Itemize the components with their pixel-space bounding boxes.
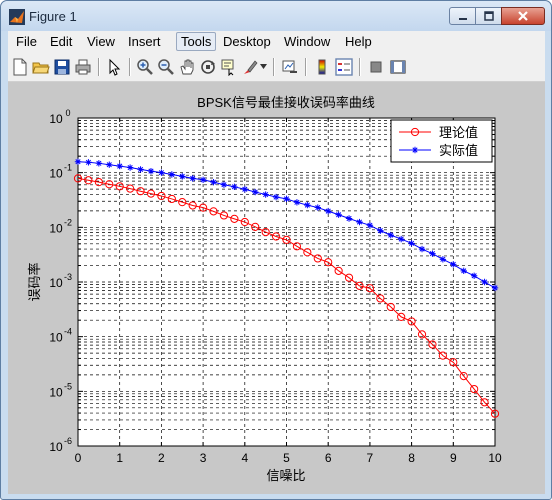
menu-edit[interactable]: Edit	[50, 34, 72, 49]
minimize-icon	[458, 18, 467, 20]
y-tick-exponent: -5	[64, 381, 72, 391]
data-point-star	[418, 245, 426, 253]
data-point-star	[408, 240, 415, 247]
toolbar-separator	[359, 58, 361, 76]
legend[interactable]: 理论值实际值	[390, 119, 493, 163]
y-tick-exponent: -2	[64, 217, 72, 227]
zoom-in-icon[interactable]	[136, 58, 154, 76]
caption-buttons	[449, 7, 545, 26]
data-point-star	[356, 218, 363, 226]
y-tick-label: 10 -2	[49, 217, 72, 235]
pan-icon[interactable]	[178, 58, 196, 76]
y-tick-label: 10 -5	[49, 381, 72, 399]
y-tick-base: 10	[49, 440, 63, 454]
zoom-out-icon[interactable]	[157, 58, 175, 76]
data-point-star	[397, 235, 405, 243]
maximize-button[interactable]	[475, 7, 502, 25]
x-tick-label: 4	[241, 451, 248, 465]
y-tick-label: 10 -4	[49, 327, 72, 345]
chart-title: BPSK信号最佳接收误码率曲线	[197, 95, 375, 110]
x-tick-label: 10	[488, 451, 502, 465]
y-tick-label: 10 -1	[49, 163, 72, 181]
legend-label: 理论值	[439, 125, 478, 140]
dropdown-arrow-icon[interactable]	[260, 64, 267, 70]
menu-view[interactable]: View	[87, 34, 115, 49]
save-icon[interactable]	[53, 58, 71, 76]
y-tick-exponent: -4	[64, 327, 72, 337]
print-icon[interactable]	[74, 58, 92, 76]
link-plot-icon[interactable]	[281, 58, 299, 76]
y-tick-exponent: 0	[65, 108, 70, 118]
new-figure-icon[interactable]	[11, 58, 29, 76]
hide-plot-tools-icon[interactable]	[367, 58, 385, 76]
y-tick-base: 10	[49, 331, 63, 345]
toolbar-separator	[305, 58, 307, 76]
data-point-star	[293, 199, 301, 206]
toolbar-separator	[129, 58, 131, 76]
legend-icon[interactable]	[335, 58, 353, 76]
y-tick-base: 10	[49, 167, 63, 181]
rotate-3d-icon[interactable]	[199, 58, 217, 76]
x-axis-label: 信噪比	[266, 468, 305, 483]
edit-plot-arrow-icon[interactable]	[105, 58, 123, 76]
x-tick-label: 2	[158, 451, 165, 465]
y-tick-label: 10 -3	[49, 272, 72, 290]
y-tick-exponent: -3	[64, 272, 72, 282]
brush-icon[interactable]	[241, 58, 259, 76]
y-tick-base: 10	[49, 385, 63, 399]
menu-tools[interactable]: Tools	[176, 32, 217, 51]
y-tick-base: 10	[49, 276, 63, 290]
data-cursor-icon[interactable]	[220, 58, 238, 76]
close-icon	[518, 11, 528, 21]
x-tick-label: 1	[116, 451, 123, 465]
y-tick-exponent: -6	[64, 436, 72, 446]
figure-canvas: 0 1 2 3 4 5 6 7 8 9 10 10 0 10 -1 10 -2 10 -3 10 -4 10 -5 10 -6 …	[8, 82, 545, 494]
data-point-star	[366, 222, 374, 229]
menu-window[interactable]: Window	[284, 34, 330, 49]
data-point-star	[116, 162, 123, 170]
title-bar[interactable]: Figure 1	[1, 1, 551, 31]
x-tick-label: 7	[367, 451, 374, 465]
menu-desktop[interactable]: Desktop	[223, 34, 271, 49]
x-tick-label: 9	[450, 451, 457, 465]
data-point-star	[429, 250, 436, 257]
y-tick-base: 10	[49, 221, 63, 235]
menu-help[interactable]: Help	[345, 34, 372, 49]
x-tick-label: 6	[325, 451, 332, 465]
menu-file[interactable]: File	[16, 34, 37, 49]
maximize-icon	[483, 11, 494, 21]
show-plot-tools-icon[interactable]	[389, 58, 407, 76]
window-title: Figure 1	[29, 9, 77, 24]
data-point-star	[325, 207, 332, 215]
close-button[interactable]	[501, 7, 545, 25]
data-point-star	[304, 201, 311, 209]
minimize-button[interactable]	[449, 7, 476, 25]
y-tick-base: 10	[49, 112, 63, 126]
x-tick-label: 0	[75, 451, 82, 465]
data-point-star	[450, 261, 457, 268]
y-axis-label: 误码率	[27, 262, 42, 301]
matlab-icon	[9, 9, 25, 25]
y-tick-exponent: -1	[64, 163, 72, 173]
x-tick-label: 8	[408, 451, 415, 465]
colorbar-icon[interactable]	[313, 58, 331, 76]
y-tick-label: 10 0	[49, 108, 70, 126]
menu-bar: File Edit View Insert Tools Desktop Wind…	[8, 31, 545, 53]
legend-label: 实际值	[439, 143, 478, 158]
y-tick-label: 10 -6	[49, 436, 72, 454]
data-point-star	[179, 173, 186, 180]
bpsk-ber-chart[interactable]: 0 1 2 3 4 5 6 7 8 9 1010 010 -110 -210 -310 -410 -510 -6 …	[8, 82, 545, 494]
menu-insert[interactable]: Insert	[128, 34, 161, 49]
toolbar-separator	[98, 58, 100, 76]
data-point-star	[231, 183, 238, 191]
x-tick-label: 3	[200, 451, 207, 465]
open-file-icon[interactable]	[32, 58, 50, 76]
x-tick-label: 5	[283, 451, 290, 465]
toolbar-separator	[273, 58, 275, 76]
figure-toolbar	[8, 53, 545, 82]
figure-window: Figure 1 File Edit View Insert Tools Des…	[0, 0, 552, 500]
data-point-star	[377, 227, 384, 234]
